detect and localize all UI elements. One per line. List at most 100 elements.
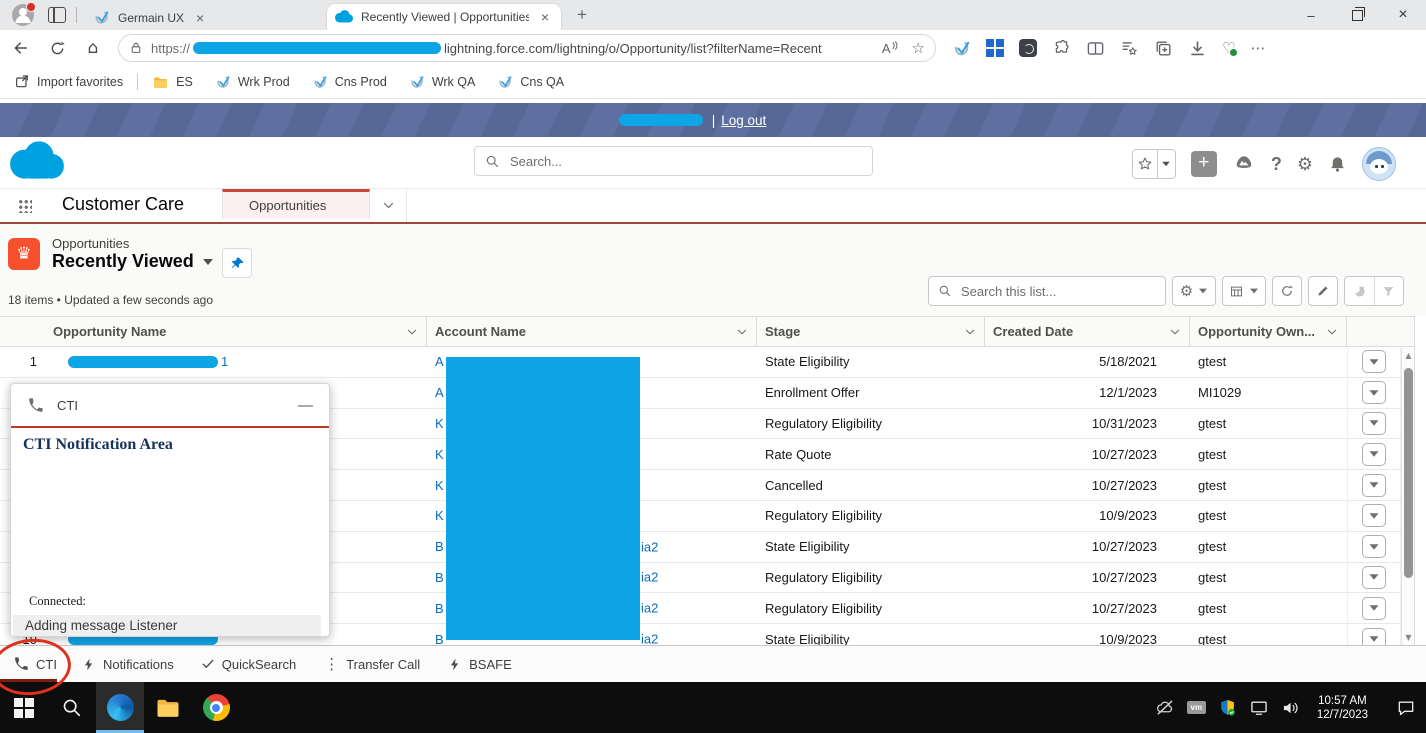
row-actions-button[interactable]	[1362, 597, 1386, 620]
extension-badge-icon[interactable]	[1019, 39, 1037, 57]
extensions-puzzle-icon[interactable]	[1052, 39, 1071, 58]
account-name-link[interactable]: B	[435, 539, 444, 554]
account-name-link[interactable]: K	[435, 416, 444, 431]
close-button[interactable]: ×	[1380, 0, 1426, 30]
taskbar-clock[interactable]: 10:57 AM 12/7/2023	[1317, 694, 1368, 722]
opportunity-name-link[interactable]: 1	[221, 354, 228, 369]
minimize-button[interactable]: –	[1288, 0, 1334, 30]
column-header-account-name[interactable]: Account Name	[427, 317, 757, 346]
notifications-bell-icon[interactable]	[1328, 155, 1347, 174]
app-launcher-icon[interactable]	[18, 199, 32, 213]
collections-icon[interactable]	[1154, 39, 1173, 58]
restore-button[interactable]	[1334, 0, 1380, 30]
utility-item-transfer-call[interactable]: ⋮ Transfer Call	[324, 657, 420, 672]
row-actions-button[interactable]	[1362, 535, 1386, 558]
tab-dropdown-chevron[interactable]	[370, 189, 407, 222]
setup-gear-icon[interactable]: ⚙	[1297, 154, 1313, 175]
minimize-popup-icon[interactable]: —	[298, 397, 313, 414]
user-avatar[interactable]	[1362, 147, 1396, 181]
taskbar-file-explorer-button[interactable]	[144, 682, 192, 733]
favorite-link-wrk-qa[interactable]: Wrk QA	[409, 74, 476, 90]
account-name-link[interactable]: K	[435, 447, 444, 462]
import-favorites-button[interactable]: Import favorites	[14, 74, 123, 90]
global-search-input[interactable]	[508, 153, 812, 170]
taskbar-chrome-button[interactable]	[192, 682, 240, 733]
account-name-link[interactable]: B	[435, 632, 444, 645]
tab-actions-icon[interactable]	[48, 7, 66, 23]
favorites-hub-icon[interactable]	[1120, 39, 1139, 58]
logout-link[interactable]: Log out	[721, 113, 766, 128]
column-header-created-date[interactable]: Created Date	[985, 317, 1190, 346]
cti-popup-header[interactable]: CTI —	[11, 384, 329, 428]
trailhead-icon[interactable]	[1232, 153, 1256, 175]
volume-icon[interactable]	[1281, 698, 1301, 718]
account-name-link[interactable]: A	[435, 354, 444, 369]
split-screen-icon[interactable]	[1086, 39, 1105, 58]
account-name-suffix[interactable]: ia2	[641, 632, 658, 645]
favorite-link-cns-prod[interactable]: Cns Prod	[312, 74, 387, 90]
help-button[interactable]: ?	[1271, 154, 1282, 175]
pin-list-button[interactable]	[222, 248, 252, 278]
salesforce-logo-icon[interactable]	[8, 140, 66, 182]
refresh-button[interactable]	[42, 33, 72, 63]
utility-item-notifications[interactable]: Notifications	[82, 657, 174, 672]
row-actions-button[interactable]	[1362, 443, 1386, 466]
column-header-opportunity-name[interactable]: Opportunity Name	[45, 317, 427, 346]
edit-list-button[interactable]	[1308, 276, 1338, 306]
account-name-suffix[interactable]: ia2	[641, 570, 658, 585]
column-header-stage[interactable]: Stage	[757, 317, 985, 346]
favorites-combo-button[interactable]	[1132, 149, 1176, 179]
close-tab-icon[interactable]: ×	[192, 10, 208, 26]
downloads-icon[interactable]	[1188, 39, 1207, 58]
list-search-box[interactable]	[928, 276, 1166, 306]
browser-essentials-icon[interactable]: ♡	[1222, 39, 1235, 57]
favorite-star-icon[interactable]: ☆	[912, 39, 925, 57]
row-actions-button[interactable]	[1362, 474, 1386, 497]
windows-security-shield-icon[interactable]	[1218, 698, 1237, 717]
list-search-input[interactable]	[959, 283, 1143, 300]
taskbar-search-button[interactable]	[48, 682, 96, 733]
network-icon[interactable]	[1249, 698, 1269, 718]
favorite-link-wrk-prod[interactable]: Wrk Prod	[215, 74, 290, 90]
vmware-tray-icon[interactable]: vm	[1187, 701, 1206, 714]
filters-button[interactable]	[1375, 277, 1404, 305]
display-as-button[interactable]	[1222, 276, 1266, 306]
account-name-link[interactable]: B	[435, 570, 444, 585]
global-search-box[interactable]	[474, 146, 873, 176]
table-scrollbar[interactable]: ▲ ▼	[1401, 348, 1415, 645]
account-name-link[interactable]: A	[435, 385, 444, 400]
close-tab-icon[interactable]: ×	[537, 9, 553, 25]
refresh-list-button[interactable]	[1272, 276, 1302, 306]
utility-item-quicksearch[interactable]: QuickSearch	[201, 657, 296, 672]
browser-tab-germain[interactable]: Germain UX ×	[85, 6, 327, 30]
new-tab-button[interactable]: +	[571, 5, 593, 25]
row-actions-button[interactable]	[1362, 628, 1386, 645]
favorite-link-cns-qa[interactable]: Cns QA	[497, 74, 564, 90]
scrollbar-thumb[interactable]	[1404, 368, 1413, 578]
list-view-selector[interactable]: Recently Viewed	[52, 251, 213, 272]
account-name-suffix[interactable]: ia2	[641, 539, 658, 554]
account-name-suffix[interactable]: ia2	[641, 601, 658, 616]
address-bar[interactable]: https://lightning.force.com/lightning/o/…	[118, 34, 936, 62]
settings-more-icon[interactable]: ⋯	[1250, 39, 1266, 57]
row-actions-button[interactable]	[1362, 350, 1386, 373]
column-header-opportunity-owner[interactable]: Opportunity Own...	[1190, 317, 1347, 346]
read-aloud-icon[interactable]: A	[882, 41, 898, 56]
back-button[interactable]	[6, 33, 36, 63]
lock-icon[interactable]	[129, 41, 143, 55]
list-settings-button[interactable]: ⚙	[1172, 276, 1216, 306]
browser-profile-avatar[interactable]	[12, 4, 34, 26]
utility-item-bsafe[interactable]: BSAFE	[448, 657, 512, 672]
row-actions-button[interactable]	[1362, 412, 1386, 435]
microsoft-grid-icon[interactable]	[986, 39, 1004, 57]
start-button[interactable]	[0, 682, 48, 733]
account-name-link[interactable]: K	[435, 478, 444, 493]
action-center-icon[interactable]	[1396, 698, 1416, 718]
browser-tab-opportunities[interactable]: Recently Viewed | Opportunities ×	[327, 4, 561, 30]
account-name-link[interactable]: B	[435, 601, 444, 616]
row-actions-button[interactable]	[1362, 381, 1386, 404]
favorites-folder-es[interactable]: ES	[152, 74, 193, 91]
account-name-link[interactable]: K	[435, 508, 444, 523]
utility-item-cti[interactable]: CTI	[13, 656, 57, 672]
charts-button[interactable]	[1345, 277, 1375, 305]
